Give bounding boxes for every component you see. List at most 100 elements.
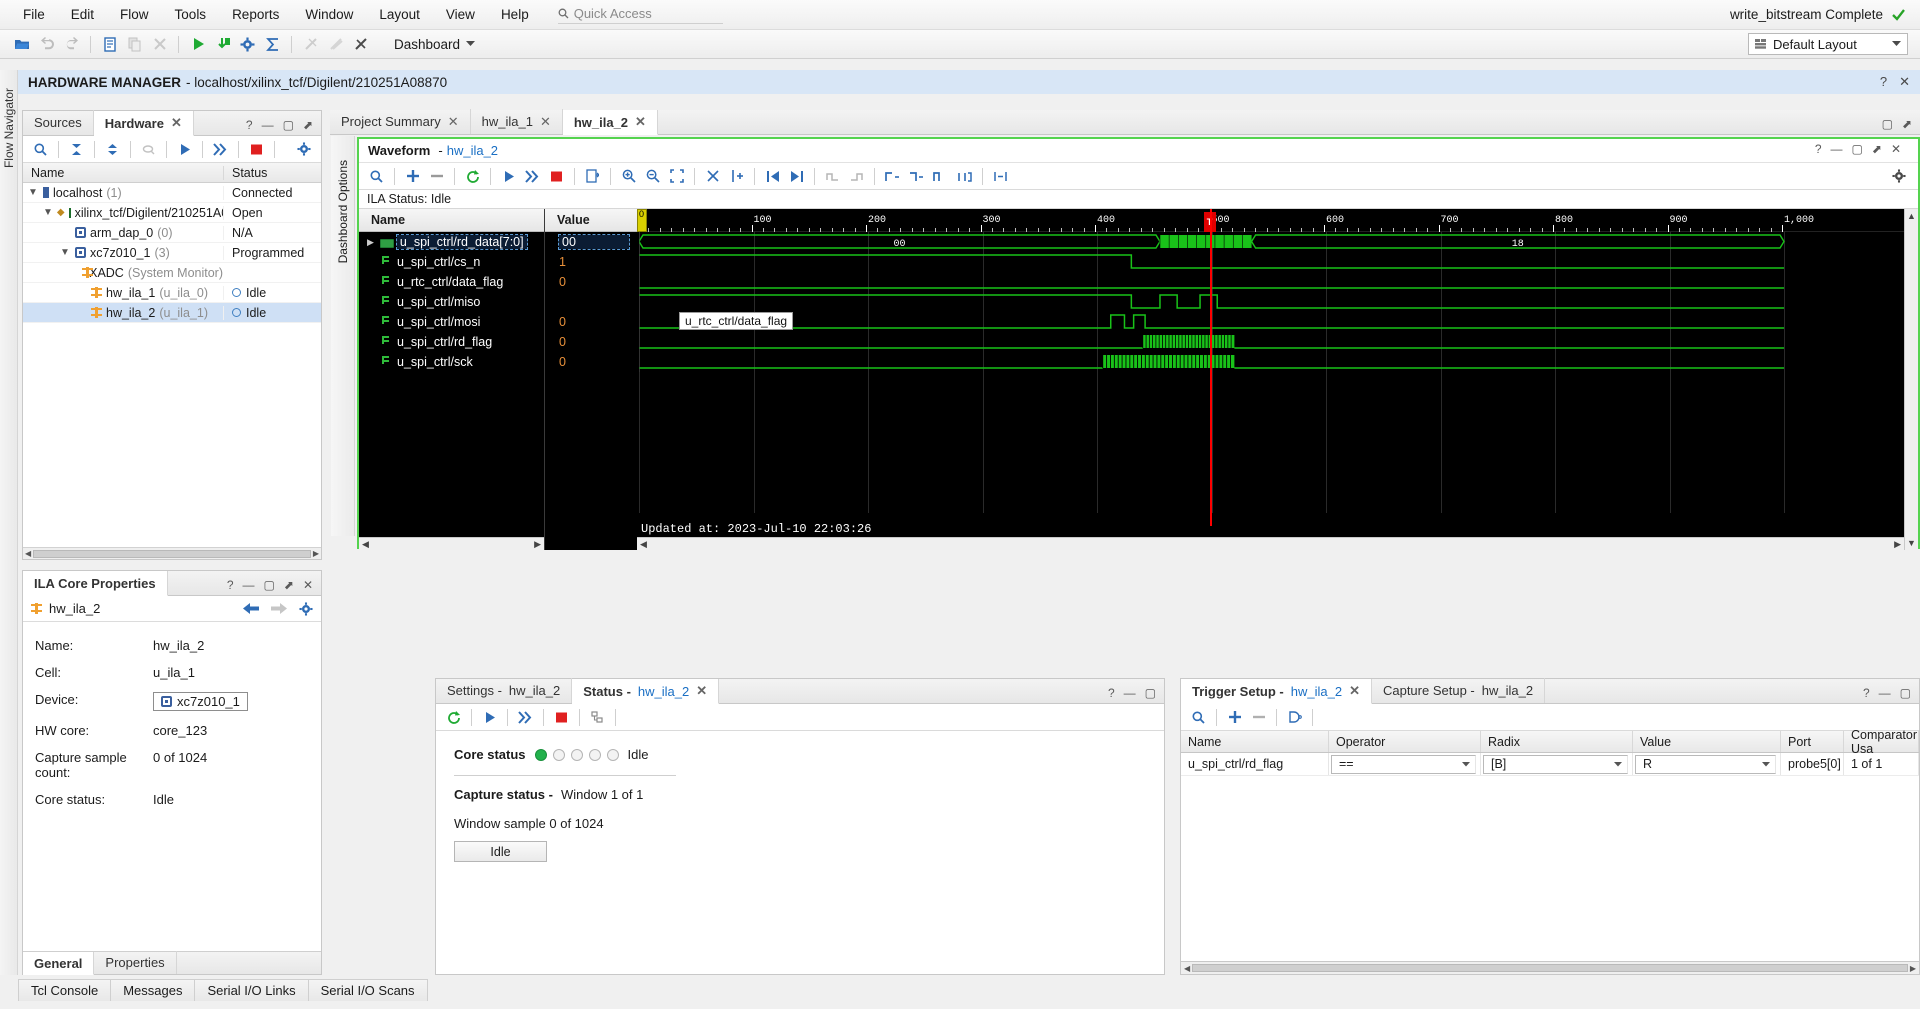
refresh-icon[interactable] (442, 706, 465, 729)
trigger-hscrollbar[interactable]: ◀ ▶ (1181, 961, 1919, 974)
auto-retrigger-icon[interactable] (586, 706, 609, 729)
props-gear-icon[interactable] (299, 601, 313, 616)
flow-navigator-rail[interactable]: Flow Navigator (0, 70, 18, 975)
minimize-icon[interactable]: — (1879, 686, 1891, 700)
maximize-icon[interactable]: ▢ (1900, 686, 1911, 700)
stop-icon[interactable] (545, 165, 568, 188)
minimize-icon[interactable]: — (262, 118, 274, 132)
tab-trigger-setup[interactable]: Trigger Setup - hw_ila_2 ✕ (1181, 679, 1372, 704)
hardware-tree-row[interactable]: ▼ localhost (1) Connected (23, 183, 321, 203)
tab-hardware-close-icon[interactable]: ✕ (171, 115, 182, 131)
dashboard-button[interactable]: Dashboard (388, 34, 481, 55)
dashboard-options-rail[interactable]: Dashboard Options (331, 136, 355, 536)
remove-probe-icon[interactable] (425, 165, 448, 188)
add-marker-icon[interactable] (725, 165, 748, 188)
collapse-all-icon[interactable] (65, 138, 88, 161)
restore-icon[interactable]: ▢ (1882, 117, 1893, 131)
hardware-hscrollbar[interactable]: ◀ ▶ (23, 547, 321, 559)
waveform-signal-row[interactable]: u_spi_ctrl/mosi (359, 312, 544, 332)
waveform-signal-row[interactable]: u_spi_ctrl/miso (359, 292, 544, 312)
stop-icon[interactable] (245, 138, 268, 161)
search-icon[interactable] (1187, 706, 1210, 729)
scroll-left-icon[interactable]: ◀ (362, 539, 369, 550)
help-icon[interactable]: ? (246, 118, 253, 132)
run-trigger-icon[interactable] (173, 138, 196, 161)
waveform-canvas[interactable]: 01002003004005006007008009001,000 0 T 00… (637, 209, 1904, 550)
zoom-fit-icon[interactable] (665, 165, 688, 188)
trigger-logic-icon[interactable] (1283, 706, 1306, 729)
hardware-tree-row[interactable]: XADC (System Monitor) (23, 263, 321, 283)
hardware-settings-gear-icon[interactable] (292, 138, 315, 161)
menu-tools[interactable]: Tools (162, 3, 220, 26)
goto-first-icon[interactable] (761, 165, 784, 188)
tab-ila-core-properties[interactable]: ILA Core Properties (23, 571, 168, 596)
tab-hw-ila-2[interactable]: hw_ila_2 ✕ (562, 110, 658, 135)
scroll-thumb[interactable] (1192, 964, 1908, 972)
hardware-tree-row[interactable]: hw_ila_1 (u_ila_0) Idle (23, 283, 321, 303)
menu-window[interactable]: Window (292, 3, 366, 26)
names-hscrollbar[interactable]: ◀ ▶ (359, 537, 544, 550)
operator-select[interactable]: == (1331, 754, 1476, 774)
add-probe-icon[interactable] (1223, 706, 1246, 729)
quick-access-search[interactable]: Quick Access (557, 6, 723, 24)
run-trigger-icon[interactable] (497, 165, 520, 188)
maximize-icon[interactable]: ▢ (264, 578, 275, 592)
scroll-left-icon[interactable]: ◀ (23, 549, 33, 558)
maximize-icon[interactable]: ▢ (1852, 142, 1863, 156)
chevron-down-icon[interactable]: ▼ (27, 187, 39, 198)
menu-reports[interactable]: Reports (219, 3, 292, 26)
hardware-tree-row[interactable]: ▼◆ xilinx_tcf/Digilent/210251A08870 Open (23, 203, 321, 223)
cross-icon[interactable] (349, 33, 372, 56)
tab-capture-setup[interactable]: Capture Setup - hw_ila_2 (1372, 678, 1546, 703)
waveform-cursor[interactable] (1209, 209, 1212, 526)
zoom-in-icon[interactable] (617, 165, 640, 188)
scroll-left-icon[interactable]: ◀ (1184, 964, 1190, 973)
menu-file[interactable]: File (10, 3, 58, 26)
float-icon[interactable]: ⬈ (284, 578, 294, 592)
rising-edge-icon[interactable] (881, 165, 904, 188)
waveform-signal-row[interactable]: u_spi_ctrl/cs_n (359, 252, 544, 272)
add-probe-icon[interactable] (401, 165, 424, 188)
idle-progress-button[interactable]: Idle (454, 841, 547, 862)
minimize-icon[interactable]: — (243, 578, 255, 592)
zoom-out-icon[interactable] (641, 165, 664, 188)
tab-close-icon[interactable]: ✕ (448, 114, 459, 130)
scroll-down-icon[interactable]: ▼ (1907, 538, 1916, 548)
close-icon[interactable]: ✕ (1891, 142, 1901, 156)
export-waveform-icon[interactable] (581, 165, 604, 188)
falling-edge-icon[interactable] (905, 165, 928, 188)
chevron-right-icon[interactable]: ▶ (367, 237, 374, 248)
close-icon[interactable]: ✕ (303, 578, 313, 592)
waveform-settings-gear-icon[interactable] (1887, 165, 1910, 188)
waveform-vscrollbar[interactable]: ▲ ▼ (1904, 209, 1918, 550)
run-trigger-immediate-icon[interactable] (514, 706, 537, 729)
radix-select[interactable]: [B] (1483, 754, 1628, 774)
tab-general[interactable]: General (23, 952, 95, 975)
search-icon[interactable] (29, 138, 52, 161)
tab-settings-hw-ila-2[interactable]: Settings - hw_ila_2 (436, 678, 573, 703)
stop-icon[interactable] (550, 706, 573, 729)
tab-hw-ila-1[interactable]: hw_ila_1 ✕ (471, 109, 563, 134)
float-icon[interactable]: ⬈ (1872, 142, 1882, 156)
expand-all-icon[interactable] (101, 138, 124, 161)
close-icon[interactable]: ✕ (1899, 74, 1910, 90)
step-icon[interactable] (211, 33, 234, 56)
help-icon[interactable]: ? (1815, 142, 1822, 156)
hardware-tree-row[interactable]: arm_dap_0 (0) N/A (23, 223, 321, 243)
layout-select[interactable]: Default Layout (1748, 33, 1908, 55)
hardware-tree-row[interactable]: ▼ xc7z010_1 (3) Programmed (23, 243, 321, 263)
tab-project-summary[interactable]: Project Summary ✕ (330, 109, 471, 134)
back-arrow-icon[interactable] (243, 603, 259, 614)
run-trigger-icon[interactable] (478, 706, 501, 729)
scroll-right-icon[interactable]: ▶ (534, 539, 541, 550)
footer-tab-messages[interactable]: Messages (110, 979, 196, 1001)
value-select[interactable]: R (1635, 754, 1776, 774)
float-icon[interactable]: ⬈ (303, 118, 313, 132)
tab-close-icon[interactable]: ✕ (540, 114, 551, 130)
refresh-icon[interactable] (461, 165, 484, 188)
help-icon[interactable]: ? (1108, 686, 1115, 700)
tab-close-icon[interactable]: ✕ (1349, 683, 1360, 699)
tab-status-hw-ila-2[interactable]: Status - hw_ila_2 ✕ (572, 679, 720, 704)
waveform-signal-row[interactable]: u_rtc_ctrl/data_flag (359, 272, 544, 292)
scroll-thumb[interactable] (33, 549, 311, 558)
